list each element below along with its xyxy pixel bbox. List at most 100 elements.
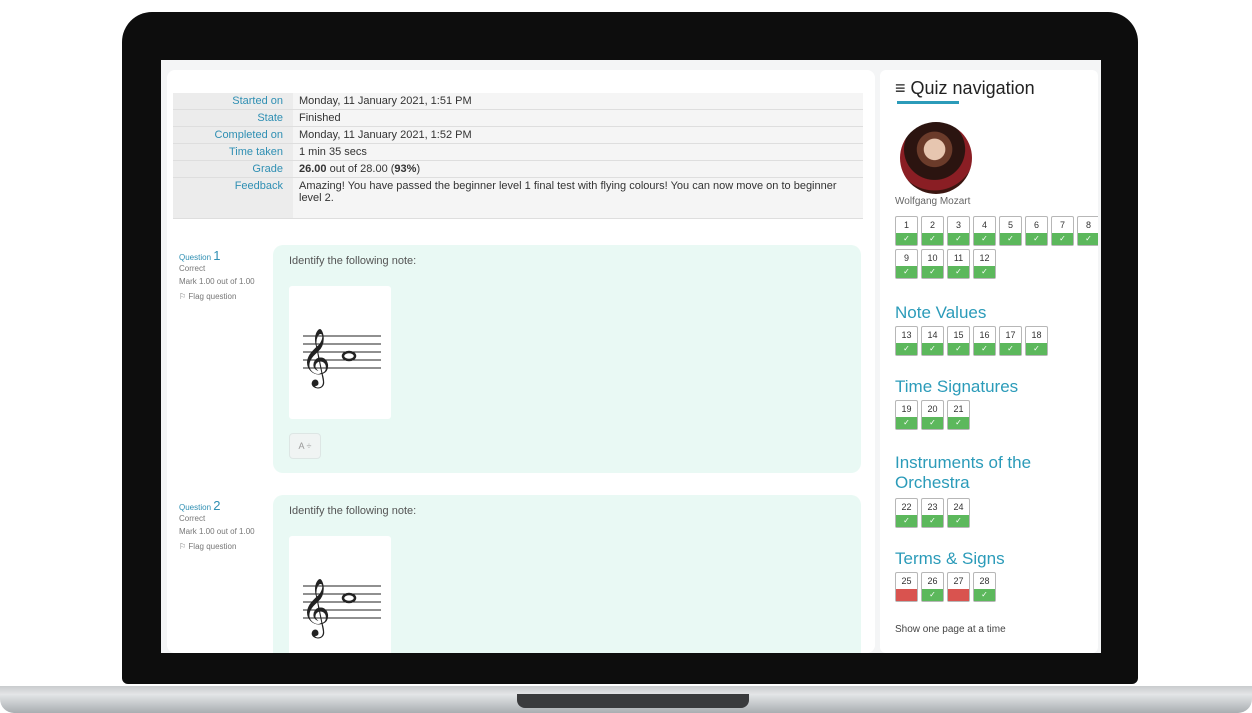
question-nav-button-27[interactable]: 27: [947, 572, 970, 602]
correct-check-icon: ✓: [922, 343, 943, 355]
correct-check-icon: ✓: [1000, 343, 1021, 355]
question-nav-number: 9: [903, 253, 909, 263]
correct-check-icon: ✓: [1078, 233, 1098, 245]
correct-check-icon: ✓: [974, 266, 995, 278]
question-nav-button-20[interactable]: 20 ✓: [921, 400, 944, 430]
grade-percent: 93%: [394, 163, 417, 175]
question-nav-button-4[interactable]: 4 ✓: [973, 216, 996, 246]
question-nav-button-6[interactable]: 6 ✓: [1025, 216, 1048, 246]
question-nav-number: 8: [1085, 220, 1091, 230]
grade-label: Grade: [173, 160, 293, 178]
question-nav-button-21[interactable]: 21 ✓: [947, 400, 970, 430]
question-nav-number: 25: [901, 576, 912, 586]
question-nav-button-2[interactable]: 2 ✓: [921, 216, 944, 246]
correct-check-icon: ✓: [922, 266, 943, 278]
correct-check-icon: ✓: [1026, 233, 1047, 245]
incorrect-indicator: [896, 589, 917, 601]
question-nav-button-11[interactable]: 11 ✓: [947, 249, 970, 279]
flag-question-link[interactable]: ⚐ Flag question: [179, 541, 269, 552]
question-nav-number: 3: [955, 220, 961, 230]
menu-icon: ≡: [895, 78, 906, 98]
question-nav-number: 16: [979, 330, 990, 340]
question-nav-number: 10: [927, 253, 938, 263]
question-nav-button-5[interactable]: 5 ✓: [999, 216, 1022, 246]
user-name: Wolfgang Mozart: [895, 196, 971, 207]
question-nav-button-18[interactable]: 18 ✓: [1025, 326, 1048, 356]
question-nav-number: 18: [1031, 330, 1042, 340]
question-nav-number: 17: [1005, 330, 1016, 340]
question-nav-number: 28: [979, 576, 990, 586]
answer-select[interactable]: A ÷: [289, 433, 321, 459]
question-nav-number: 26: [927, 576, 938, 586]
browser-screen: Started on Monday, 11 January 2021, 1:51…: [161, 60, 1101, 653]
section-title-time-signatures: Time Signatures: [895, 377, 1019, 396]
question-nav-button-28[interactable]: 28 ✓: [973, 572, 996, 602]
show-one-page-link[interactable]: Show one page at a time: [895, 624, 1006, 635]
question-nav-button-13[interactable]: 13 ✓: [895, 326, 918, 356]
question-nav-button-1[interactable]: 1 ✓: [895, 216, 918, 246]
treble-staff-note-c: 𝄞: [301, 578, 381, 639]
question-nav-button-23[interactable]: 23 ✓: [921, 498, 944, 528]
question-nav-number: 22: [901, 502, 912, 512]
question-nav-button-8[interactable]: 8 ✓: [1077, 216, 1098, 246]
question-nav-button-22[interactable]: 22 ✓: [895, 498, 918, 528]
flag-question-label: Flag question: [188, 292, 237, 301]
correct-check-icon: ✓: [974, 233, 995, 245]
question-card-2: Identify the following note: 𝄞: [273, 495, 861, 653]
grade-value: 26.00 out of 28.00 (93%): [293, 160, 863, 178]
question-nav-button-26[interactable]: 26 ✓: [921, 572, 944, 602]
user-avatar: [900, 122, 972, 194]
grade-out-of: out of 28.00 (: [326, 163, 395, 175]
question-nav-number: 6: [1033, 220, 1039, 230]
note-image: 𝄞: [289, 286, 391, 419]
summary-label: Started on: [173, 93, 293, 110]
correct-check-icon: ✓: [896, 515, 917, 527]
correct-check-icon: ✓: [896, 343, 917, 355]
question-nav-button-15[interactable]: 15 ✓: [947, 326, 970, 356]
svg-text:𝄞: 𝄞: [301, 578, 331, 639]
question-nav-number: 15: [953, 330, 964, 340]
flag-question-link[interactable]: ⚐ Flag question: [179, 291, 269, 302]
question-nav-button-14[interactable]: 14 ✓: [921, 326, 944, 356]
question-status: Correct: [179, 514, 206, 523]
question-nav-button-24[interactable]: 24 ✓: [947, 498, 970, 528]
flag-icon: ⚐: [179, 542, 187, 551]
question-card-1: Identify the following note: 𝄞 A ÷: [273, 245, 861, 473]
correct-check-icon: ✓: [922, 515, 943, 527]
question-info-1: Question 1 Correct Mark 1.00 out of 1.00…: [179, 249, 269, 302]
question-nav-button-3[interactable]: 3 ✓: [947, 216, 970, 246]
feedback-label: Feedback: [173, 177, 293, 219]
correct-check-icon: ✓: [948, 417, 969, 429]
question-nav-button-16[interactable]: 16 ✓: [973, 326, 996, 356]
correct-check-icon: ✓: [896, 233, 917, 245]
question-nav-button-25[interactable]: 25: [895, 572, 918, 602]
section-title-note-values: Note Values: [895, 303, 987, 322]
question-nav-button-17[interactable]: 17 ✓: [999, 326, 1022, 356]
question-label: Question: [179, 503, 212, 512]
correct-check-icon: ✓: [974, 589, 995, 601]
summary-value: Monday, 11 January 2021, 1:52 PM: [293, 126, 863, 144]
question-nav-number: 20: [927, 404, 938, 414]
question-nav-button-9[interactable]: 9 ✓: [895, 249, 918, 279]
question-nav-number: 14: [927, 330, 938, 340]
quiz-navigation-title: ≡ Quiz navigation: [895, 78, 1035, 99]
feedback-text: Amazing! You have passed the beginner le…: [293, 177, 863, 219]
summary-label: State: [173, 109, 293, 127]
question-nav-button-7[interactable]: 7 ✓: [1051, 216, 1074, 246]
question-nav-number: 5: [1007, 220, 1013, 230]
section-title-instruments: Instruments of the Orchestra: [895, 453, 1032, 492]
question-grid-general: 1 ✓ 2 ✓ 3 ✓ 4 ✓ 5 ✓ 6 ✓ 7 ✓ 8 ✓ 9 ✓ 10 ✓ 11 ✓ 12 ✓: [895, 216, 1098, 279]
question-info-2: Question 2 Correct Mark 1.00 out of 1.00…: [179, 499, 269, 552]
flag-question-label: Flag question: [188, 542, 237, 551]
correct-check-icon: ✓: [896, 266, 917, 278]
question-nav-number: 21: [953, 404, 964, 414]
question-nav-button-12[interactable]: 12 ✓: [973, 249, 996, 279]
quiz-review-panel: Started on Monday, 11 January 2021, 1:51…: [167, 70, 875, 653]
question-nav-number: 7: [1059, 220, 1065, 230]
question-grid-instruments: 22 ✓ 23 ✓ 24 ✓: [895, 498, 1098, 528]
summary-value: Monday, 11 January 2021, 1:51 PM: [293, 93, 863, 110]
correct-check-icon: ✓: [948, 233, 969, 245]
question-nav-button-19[interactable]: 19 ✓: [895, 400, 918, 430]
question-nav-button-10[interactable]: 10 ✓: [921, 249, 944, 279]
feedback-row: Feedback Amazing! You have passed the be…: [173, 177, 863, 219]
